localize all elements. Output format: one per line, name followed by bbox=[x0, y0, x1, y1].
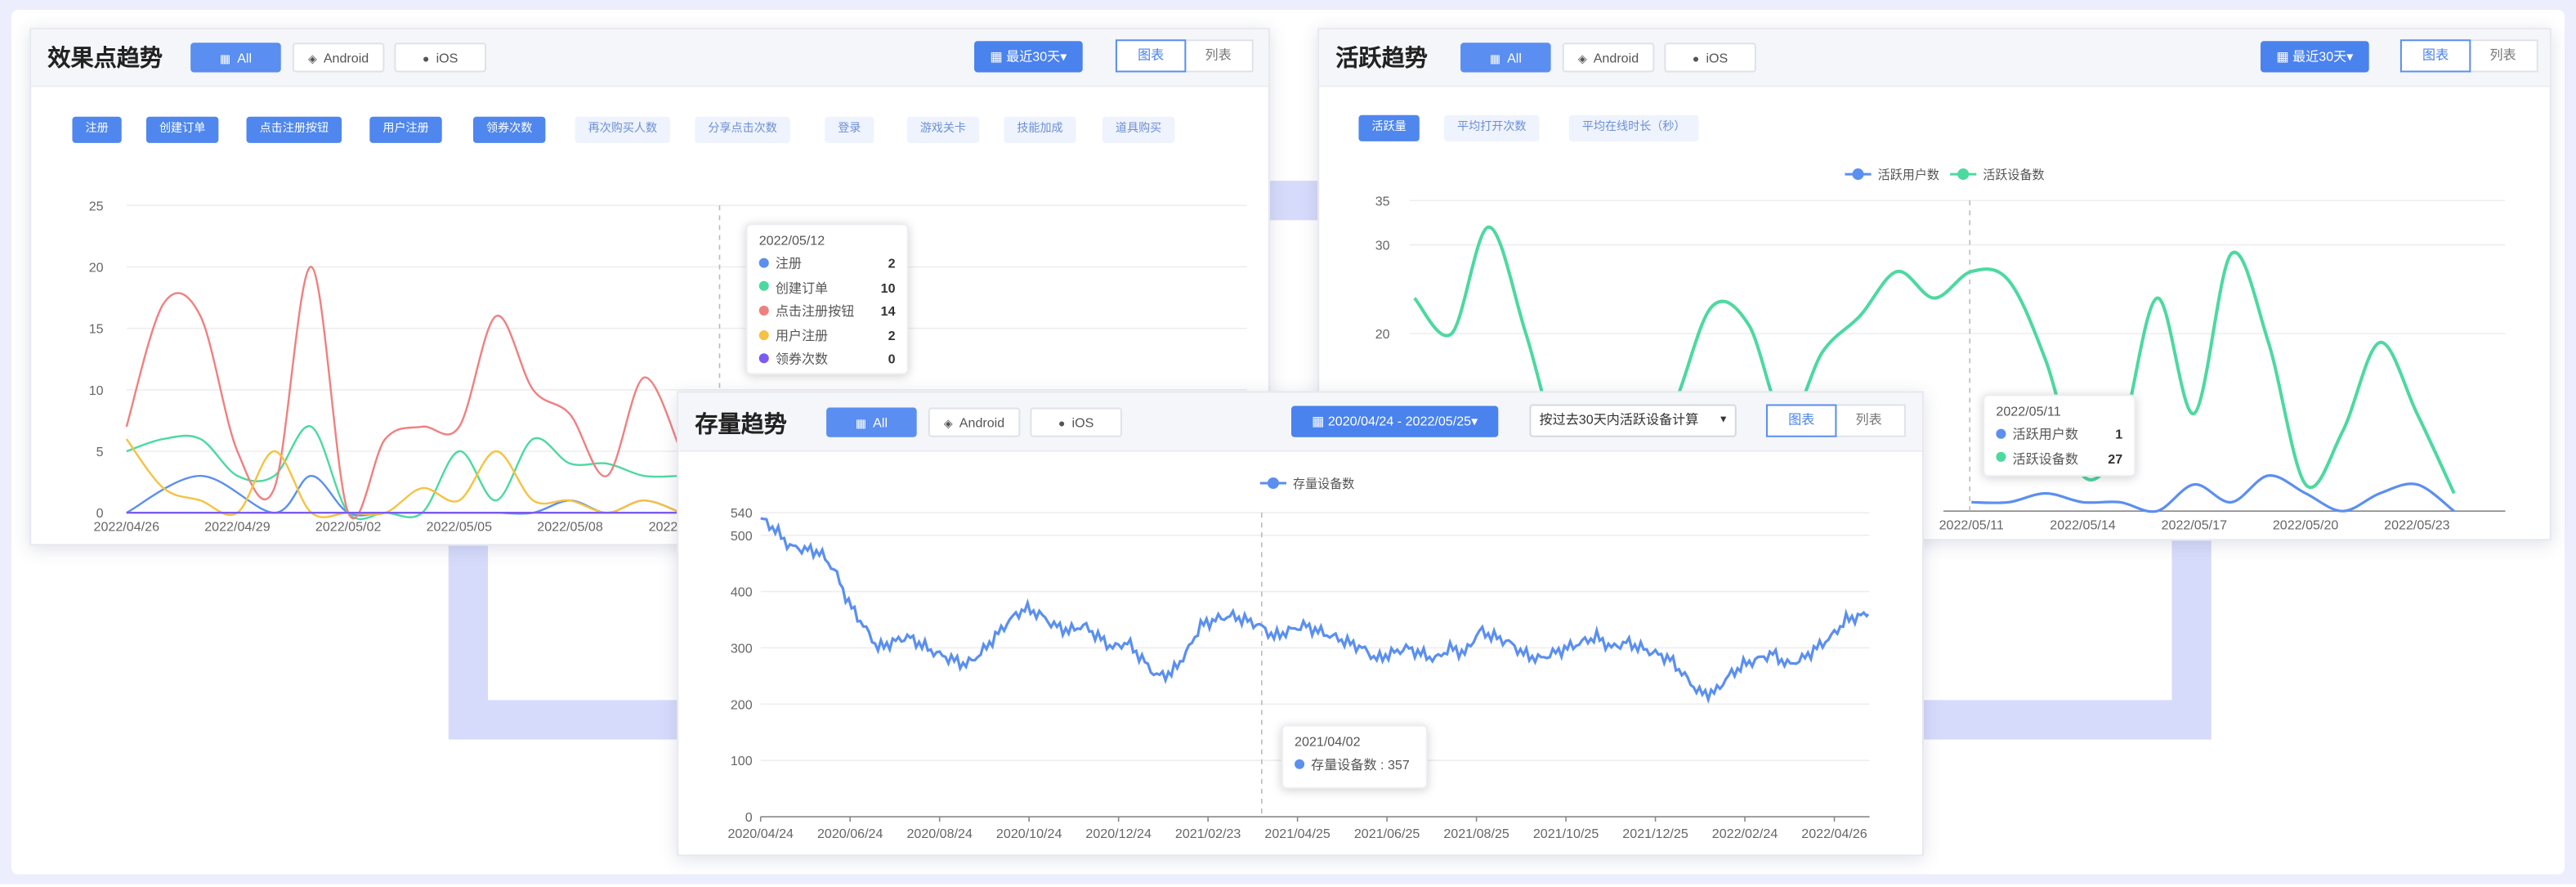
x-tick-label: 2020/04/24 bbox=[727, 827, 794, 841]
series-dot bbox=[1996, 452, 2006, 463]
legend-label: 活跃设备数 bbox=[1983, 168, 2044, 182]
x-tick-label: 2022/05/23 bbox=[2384, 517, 2450, 532]
x-tick-label: 2022/05/20 bbox=[2273, 517, 2339, 532]
y-tick-label: 35 bbox=[1375, 194, 1390, 208]
x-tick-label: 2022/05/02 bbox=[315, 519, 382, 534]
legend-marker bbox=[1267, 477, 1279, 490]
active-tooltip-row: 活跃设备数 27 bbox=[1996, 448, 2122, 472]
y-tick-label: 500 bbox=[731, 529, 753, 544]
x-tick-label: 2021/12/25 bbox=[1622, 827, 1688, 841]
y-tick-label: 20 bbox=[1375, 327, 1390, 342]
stock-tooltip-row: 存量设备数 : 357 bbox=[1295, 755, 1415, 778]
series-dot bbox=[758, 329, 769, 340]
active-tooltip-date: 2022/05/11 bbox=[1996, 404, 2061, 419]
y-tick-label: 400 bbox=[731, 585, 753, 600]
x-tick-label: 2022/04/29 bbox=[204, 519, 271, 534]
active-tooltip-row: 活跃用户数 1 bbox=[1996, 424, 2122, 448]
series-dot bbox=[1996, 428, 2006, 439]
stock-tooltip-date: 2021/04/02 bbox=[1295, 734, 1361, 750]
x-tick-label: 2022/05/17 bbox=[2162, 517, 2228, 532]
series-line bbox=[125, 266, 682, 520]
x-tick-label: 2022/05/11 bbox=[1939, 517, 2004, 532]
x-tick-label: 2022/05/08 bbox=[537, 519, 603, 534]
y-tick-label: 540 bbox=[731, 506, 753, 521]
x-tick-label: 2021/02/23 bbox=[1175, 827, 1241, 841]
legend-label: 活跃用户数 bbox=[1878, 168, 1939, 182]
active-tooltip: 2022/05/11 活跃用户数 1 活跃设备数 27 bbox=[1983, 394, 2136, 477]
stock-trend-card: 存量趋势 ▦ All ◈ Android ● iOS ▦ 2020/04/24 - 2… bbox=[677, 391, 1924, 857]
series-dot bbox=[758, 258, 769, 268]
x-tick-label: 2020/12/24 bbox=[1085, 827, 1152, 841]
x-tick-label: 2022/04/26 bbox=[1801, 827, 1867, 841]
stock-tooltip: 2021/04/02 存量设备数 : 357 bbox=[1281, 724, 1428, 789]
legend-marker bbox=[1957, 168, 1970, 181]
series-dot bbox=[1295, 759, 1305, 769]
y-tick-label: 300 bbox=[731, 641, 753, 656]
x-tick-label: 2020/06/24 bbox=[817, 827, 883, 841]
effect-tooltip-row: 领券次数 0 bbox=[758, 349, 896, 373]
effect-tooltip-row: 创建订单 10 bbox=[758, 277, 896, 301]
series-line bbox=[1971, 474, 2455, 513]
x-tick-label: 2020/10/24 bbox=[996, 827, 1062, 841]
effect-tooltip-row: 点击注册按钮 14 bbox=[758, 301, 896, 325]
series-line bbox=[760, 517, 1870, 705]
y-tick-label: 30 bbox=[1375, 239, 1390, 253]
legend-marker bbox=[1852, 168, 1864, 181]
y-tick-label: 100 bbox=[731, 754, 753, 768]
x-tick-label: 2022/04/26 bbox=[94, 519, 160, 534]
x-tick-label: 2020/08/24 bbox=[906, 827, 973, 841]
y-tick-label: 200 bbox=[731, 697, 753, 712]
series-dot bbox=[758, 281, 769, 292]
y-tick-label: 15 bbox=[89, 322, 104, 337]
x-tick-label: 2021/10/25 bbox=[1533, 827, 1599, 841]
y-tick-label: 20 bbox=[89, 260, 104, 275]
y-tick-label: 25 bbox=[89, 199, 104, 213]
x-tick-label: 2022/05/14 bbox=[2050, 517, 2116, 532]
effect-tooltip: 2022/05/12 注册 2 创建订单 10 点击注册按钮 14 用户注册 2 领券次… bbox=[745, 223, 909, 375]
x-tick-label: 2021/08/25 bbox=[1443, 827, 1509, 841]
effect-tooltip-row: 注册 2 bbox=[758, 253, 896, 277]
y-tick-label: 5 bbox=[96, 445, 104, 459]
effect-tooltip-row: 用户注册 2 bbox=[758, 325, 896, 349]
effect-tooltip-date: 2022/05/12 bbox=[758, 233, 825, 249]
x-tick-label: 2022/02/24 bbox=[1712, 827, 1778, 841]
series-dot bbox=[758, 353, 769, 364]
x-tick-label: 2021/04/25 bbox=[1264, 827, 1330, 841]
series-dot bbox=[758, 306, 769, 316]
y-tick-label: 0 bbox=[745, 810, 753, 825]
x-tick-label: 2021/06/25 bbox=[1354, 827, 1420, 841]
y-tick-label: 10 bbox=[89, 383, 104, 398]
x-tick-label: 2022/05/05 bbox=[427, 519, 493, 534]
legend-label: 存量设备数 bbox=[1293, 477, 1354, 491]
series-line bbox=[126, 474, 682, 517]
